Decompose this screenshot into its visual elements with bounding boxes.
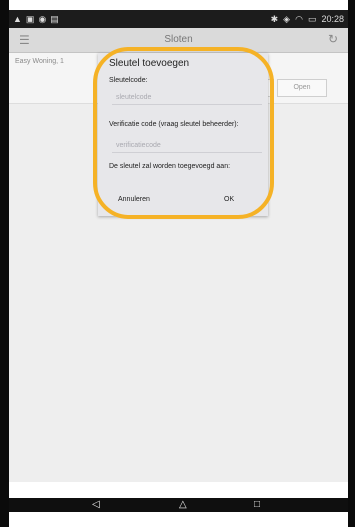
- status-bar: ▲ ▣ ◉ ▤ ✱ ◈ ◠ ▭ 20:28: [9, 10, 348, 28]
- navigation-bar: ◁ △ □: [9, 498, 348, 512]
- wifi-icon: ◠: [295, 14, 303, 24]
- device-frame-bottom: [9, 512, 348, 527]
- gallery-icon: ▤: [50, 14, 59, 24]
- lock-name: Easy Woning, 1: [15, 58, 64, 65]
- highlight-outline: [93, 47, 274, 219]
- status-bar-left: ▲ ▣ ◉ ▤: [13, 13, 59, 25]
- bluetooth-icon: ✱: [270, 14, 279, 24]
- chrome-icon: ◉: [38, 14, 47, 24]
- page-title: Sloten: [164, 34, 193, 45]
- battery-icon: ▭: [307, 14, 317, 24]
- image-icon: ▣: [25, 14, 35, 24]
- vibrate-icon: ◈: [283, 14, 291, 24]
- recents-icon[interactable]: □: [254, 498, 260, 512]
- status-bar-right: ✱ ◈ ◠ ▭ 20:28: [271, 13, 344, 25]
- refresh-icon[interactable]: ↻: [328, 32, 338, 46]
- back-icon[interactable]: ◁: [92, 498, 100, 512]
- clock-time: 20:28: [321, 14, 344, 24]
- device-frame-left: [0, 0, 9, 527]
- device-frame-right: [348, 0, 355, 527]
- home-icon[interactable]: △: [179, 498, 187, 512]
- warning-icon: ▲: [13, 14, 22, 24]
- open-lock-button[interactable]: Open: [277, 79, 327, 97]
